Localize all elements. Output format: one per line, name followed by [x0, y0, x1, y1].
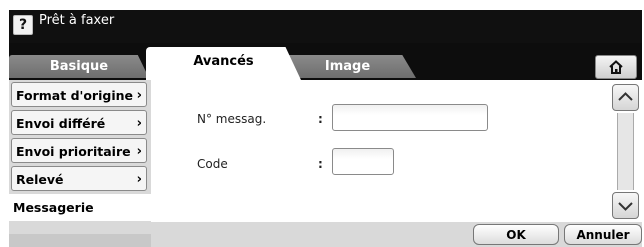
side-menu: Format d'origine › Envoi différé › Envoi…	[9, 80, 151, 247]
tab-avances[interactable]: Avancés	[146, 47, 301, 80]
status-text: Prêt à faxer	[39, 13, 115, 28]
menu-item-envoi-prioritaire[interactable]: Envoi prioritaire ›	[11, 138, 147, 163]
message-number-label: N° messag.	[197, 112, 267, 126]
tab-image[interactable]: Image	[279, 55, 416, 78]
menu-footer	[9, 234, 151, 247]
home-button[interactable]	[595, 55, 637, 79]
cancel-button[interactable]: Annuler	[564, 224, 642, 245]
message-number-input[interactable]	[332, 104, 488, 131]
scroll-down-button[interactable]	[612, 192, 639, 219]
scroll-up-button[interactable]	[612, 84, 639, 111]
message-number-colon: :	[318, 112, 323, 126]
chevron-right-icon: ›	[136, 144, 142, 159]
tab-bar: Basique Image Avancés	[9, 43, 642, 80]
menu-item-label: Messagerie	[13, 200, 94, 215]
chevron-right-icon: ›	[136, 172, 142, 187]
bottom-bar: OK Annuler	[151, 222, 642, 247]
menu-item-releve[interactable]: Relevé ›	[11, 166, 147, 191]
code-colon: :	[318, 157, 323, 171]
menu-item-messagerie[interactable]: Messagerie	[9, 194, 151, 221]
menu-item-label: Relevé	[16, 172, 64, 187]
scrollbar-track[interactable]	[617, 113, 634, 190]
title-bar: ? Prêt à faxer	[9, 10, 642, 43]
chevron-right-icon: ›	[136, 88, 142, 103]
help-button[interactable]: ?	[13, 15, 33, 35]
fax-screen: ? Prêt à faxer Basique Image Avancés For…	[9, 10, 642, 247]
ok-button[interactable]: OK	[473, 224, 559, 245]
form-panel: N° messag. : Code :	[151, 80, 642, 222]
menu-item-label: Format d'origine	[16, 88, 133, 103]
menu-item-label: Envoi prioritaire	[16, 144, 131, 159]
menu-item-label: Envoi différé	[16, 116, 106, 131]
chevron-up-icon	[618, 92, 633, 101]
tab-basique[interactable]: Basique	[9, 55, 149, 78]
home-icon	[609, 60, 623, 74]
code-input[interactable]	[332, 148, 394, 175]
chevron-down-icon	[618, 202, 633, 211]
menu-item-format-origine[interactable]: Format d'origine ›	[11, 82, 147, 107]
code-label: Code	[197, 157, 228, 171]
chevron-right-icon: ›	[136, 116, 142, 131]
menu-item-envoi-differe[interactable]: Envoi différé ›	[11, 110, 147, 135]
